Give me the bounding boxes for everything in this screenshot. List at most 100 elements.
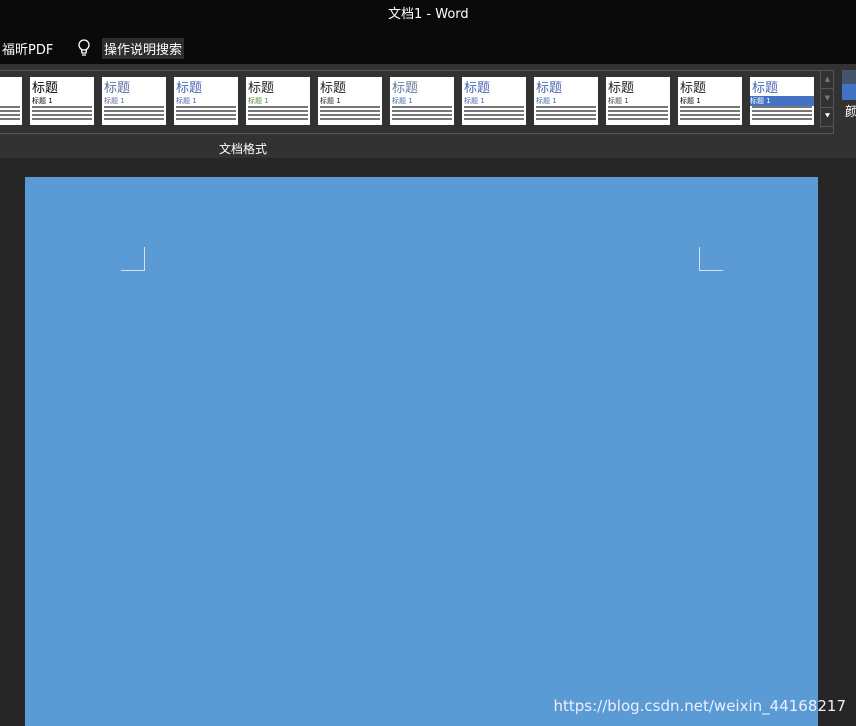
style-title: 标题 (104, 81, 131, 96)
style-title: 标题 (608, 81, 635, 96)
body-text-line (248, 118, 308, 120)
body-text-line (0, 114, 20, 116)
body-text-line (464, 106, 524, 108)
style-title: 标题 (320, 81, 347, 96)
body-text-line (248, 110, 308, 112)
style-heading: 标题 1 (680, 97, 701, 105)
body-text-line (392, 110, 452, 112)
body-text-line (608, 118, 668, 120)
style-heading: 标题 1 (32, 97, 53, 105)
style-title: 标题 (536, 81, 563, 96)
style-thumbnail[interactable]: 标题 标题 1 (462, 77, 526, 125)
scroll-up-button[interactable]: ▲ (821, 70, 834, 89)
colors-button[interactable] (842, 70, 856, 100)
body-text-line (392, 106, 452, 108)
body-text-line (176, 110, 236, 112)
ribbon: 标题 标题 1 标题 标题 1 标题 标题 1 标题 标题 1 标题 标题 1 标题 标题 1 标题 标题… (0, 64, 856, 158)
lightbulb-icon[interactable] (76, 38, 92, 58)
style-thumbnail[interactable]: 标题 标题 1 (318, 77, 382, 125)
body-text-line (608, 106, 668, 108)
style-title: 标题 (464, 81, 491, 96)
body-text-line (680, 118, 740, 120)
crop-mark (121, 247, 145, 271)
body-text-line (176, 118, 236, 120)
document-page[interactable] (25, 177, 818, 726)
body-text-line (752, 118, 812, 120)
style-thumbnail[interactable]: 标题 标题 1 (750, 77, 814, 125)
body-text-line (320, 114, 380, 116)
tell-me-bar: 福昕PDF 操作说明搜索 (0, 32, 856, 64)
body-text-line (32, 106, 92, 108)
style-gallery: 标题 标题 1 标题 标题 1 标题 标题 1 标题 标题 1 标题 标题 1 标题 标题 1 标题 标题… (0, 70, 834, 134)
style-heading: 标题 1 (176, 97, 197, 105)
title-bar: 文档1 - Word (0, 0, 856, 32)
body-text-line (0, 110, 20, 112)
style-heading: 标题 1 (104, 97, 125, 105)
style-thumbnail[interactable]: 标题 标题 1 (606, 77, 670, 125)
style-thumbnail[interactable]: 标题 标题 1 (174, 77, 238, 125)
body-text-line (32, 114, 92, 116)
body-text-line (680, 106, 740, 108)
window-title: 文档1 - Word (388, 7, 469, 22)
style-title: 标题 (248, 81, 275, 96)
style-heading: 标题 1 (608, 97, 629, 105)
body-text-line (104, 118, 164, 120)
body-text-line (0, 118, 20, 120)
style-heading: 标题 1 (750, 96, 814, 106)
body-text-line (752, 114, 812, 116)
gallery-scroll: ▲ ▼ ⯆ (820, 70, 834, 128)
group-label-document-formatting: 文档格式 (219, 142, 268, 156)
style-title: 标题 (680, 81, 707, 96)
body-text-line (104, 110, 164, 112)
scroll-down-button[interactable]: ▼ (821, 89, 834, 108)
gallery-more-button[interactable]: ⯆ (821, 108, 834, 127)
body-text-line (320, 110, 380, 112)
body-text-line (608, 110, 668, 112)
body-text-line (248, 106, 308, 108)
style-thumbnail[interactable] (0, 77, 22, 125)
crop-mark (699, 247, 723, 271)
body-text-line (536, 110, 596, 112)
body-text-line (680, 114, 740, 116)
style-thumbnail[interactable]: 标题 标题 1 (390, 77, 454, 125)
body-text-line (680, 110, 740, 112)
body-text-line (320, 118, 380, 120)
style-heading: 标题 1 (536, 97, 557, 105)
tell-me-search[interactable]: 操作说明搜索 (102, 38, 185, 59)
body-text-line (32, 118, 92, 120)
style-heading: 标题 1 (464, 97, 485, 105)
body-text-line (248, 114, 308, 116)
style-heading: 标题 1 (320, 97, 341, 105)
body-text-line (752, 110, 812, 112)
body-text-line (176, 114, 236, 116)
style-heading: 标题 1 (248, 97, 269, 105)
body-text-line (608, 114, 668, 116)
style-title: 标题 (752, 81, 779, 96)
watermark: https://blog.csdn.net/weixin_44168217 (553, 697, 846, 715)
body-text-line (536, 118, 596, 120)
body-text-line (464, 118, 524, 120)
body-text-line (464, 110, 524, 112)
style-title: 标题 (392, 81, 419, 96)
style-title: 标题 (176, 81, 203, 96)
style-thumbnail[interactable]: 标题 标题 1 (246, 77, 310, 125)
tab-foxit-pdf[interactable]: 福昕PDF (2, 39, 53, 58)
body-text-line (104, 106, 164, 108)
style-thumbnail[interactable]: 标题 标题 1 (102, 77, 166, 125)
style-heading: 标题 1 (392, 97, 413, 105)
body-text-line (752, 106, 812, 108)
body-text-line (104, 114, 164, 116)
style-thumbnail[interactable]: 标题 标题 1 (534, 77, 598, 125)
body-text-line (464, 114, 524, 116)
style-thumbnail[interactable]: 标题 标题 1 (678, 77, 742, 125)
body-text-line (320, 106, 380, 108)
style-title: 标题 (32, 81, 59, 96)
body-text-line (536, 114, 596, 116)
body-text-line (176, 106, 236, 108)
body-text-line (536, 106, 596, 108)
body-text-line (392, 114, 452, 116)
style-thumbnail[interactable]: 标题 标题 1 (30, 77, 94, 125)
body-text-line (0, 106, 20, 108)
colors-label: 颜 (845, 105, 856, 120)
body-text-line (392, 118, 452, 120)
